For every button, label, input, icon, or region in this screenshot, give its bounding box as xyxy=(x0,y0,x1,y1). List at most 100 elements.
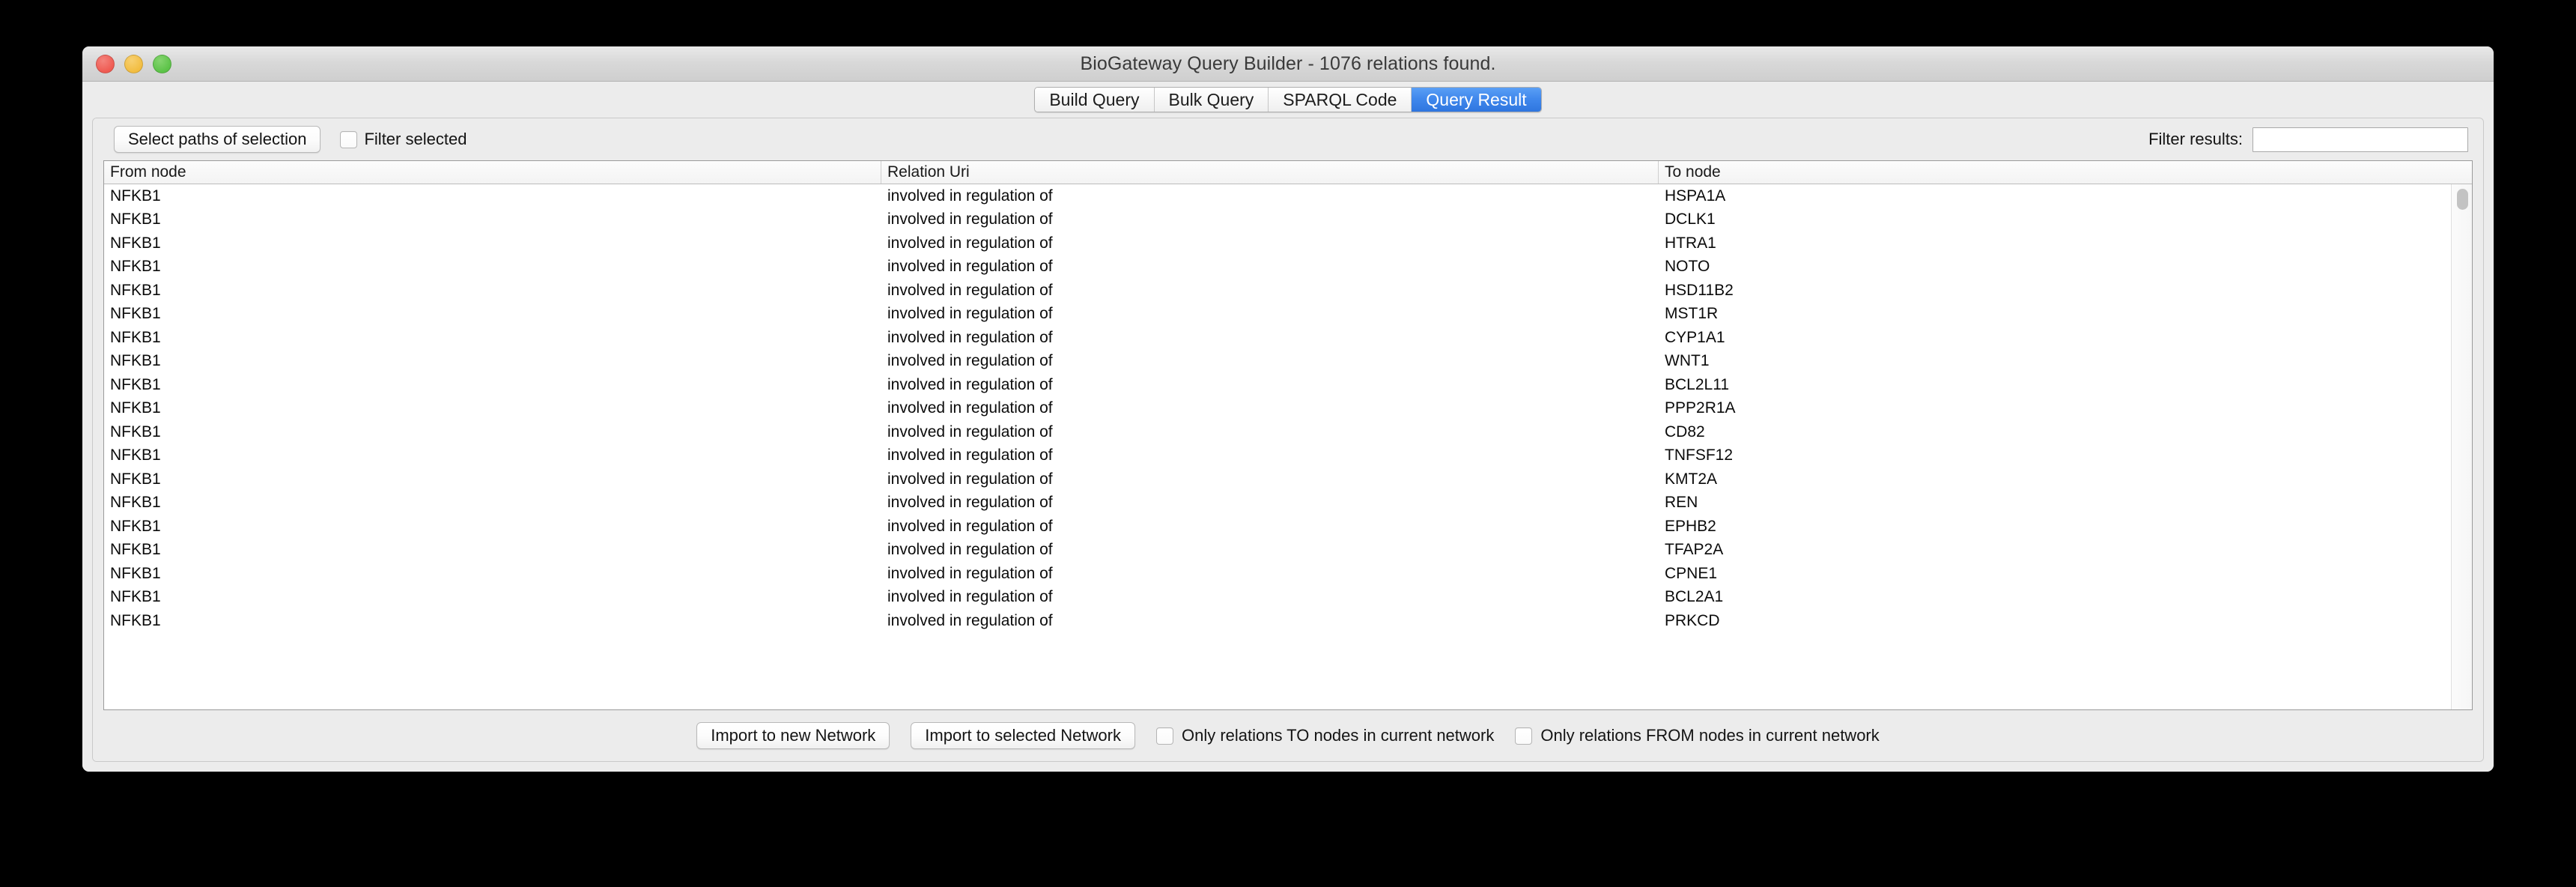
table-row[interactable]: NFKB1 involved in regulation of HSPA1A xyxy=(104,184,2472,208)
results-table-header: From node Relation Uri To node xyxy=(104,161,2472,184)
results-table-body[interactable]: NFKB1 involved in regulation of HSPA1A NFKB… xyxy=(104,184,2472,709)
cell-to-node: DCLK1 xyxy=(1665,211,1716,228)
column-header-relation-uri[interactable]: Relation Uri xyxy=(881,161,1659,184)
tab-sparql-code[interactable]: SPARQL Code xyxy=(1269,88,1412,112)
table-row[interactable]: NFKB1 involved in regulation of CYP1A1 xyxy=(104,326,2472,350)
only-relations-to-checkbox[interactable]: Only relations TO nodes in current netwo… xyxy=(1155,726,1495,745)
cell-to-node: HSPA1A xyxy=(1665,187,1726,205)
cell-relation-uri: involved in regulation of xyxy=(887,470,1053,488)
import-toolbar: Import to new Network Import to selected… xyxy=(93,710,2483,761)
table-row[interactable]: NFKB1 involved in regulation of WNT1 xyxy=(104,350,2472,374)
cell-to-node: PRKCD xyxy=(1665,611,1720,629)
results-table-scrollbar-thumb[interactable] xyxy=(2457,189,2468,210)
cell-from-node: NFKB1 xyxy=(110,494,161,512)
table-row[interactable]: NFKB1 involved in regulation of KMT2A xyxy=(104,467,2472,491)
cell-to-node: REN xyxy=(1665,494,1698,512)
cell-from-node: NFKB1 xyxy=(110,258,161,276)
cell-to-node: HTRA1 xyxy=(1665,234,1716,252)
cell-relation-uri: involved in regulation of xyxy=(887,328,1053,346)
column-header-to-node[interactable]: To node xyxy=(1659,161,2472,184)
table-row[interactable]: NFKB1 involved in regulation of HSD11B2 xyxy=(104,279,2472,303)
table-row[interactable]: NFKB1 involved in regulation of TNFSF12 xyxy=(104,444,2472,468)
tab-strip: Build Query Bulk Query SPARQL Code Query… xyxy=(82,82,2494,118)
filter-results-input[interactable] xyxy=(2253,127,2468,152)
close-window-button[interactable] xyxy=(96,54,115,73)
table-row[interactable]: NFKB1 involved in regulation of BCL2A1 xyxy=(104,586,2472,610)
only-relations-from-label: Only relations FROM nodes in current net… xyxy=(1540,726,1880,745)
results-table-scrollbar[interactable] xyxy=(2451,184,2472,709)
cell-to-node: WNT1 xyxy=(1665,352,1710,370)
table-row[interactable]: NFKB1 involved in regulation of DCLK1 xyxy=(104,208,2472,232)
cell-relation-uri: involved in regulation of xyxy=(887,399,1053,417)
import-to-selected-network-button[interactable]: Import to selected Network xyxy=(911,722,1135,749)
cell-from-node: NFKB1 xyxy=(110,470,161,488)
filter-results-label: Filter results: xyxy=(2148,130,2243,148)
table-row[interactable]: NFKB1 involved in regulation of CD82 xyxy=(104,420,2472,444)
only-relations-from-checkbox[interactable]: Only relations FROM nodes in current net… xyxy=(1515,726,1880,745)
import-to-new-network-button[interactable]: Import to new Network xyxy=(696,722,890,749)
tab-group: Build Query Bulk Query SPARQL Code Query… xyxy=(1034,87,1542,112)
query-result-panel: Select paths of selection Filter selecte… xyxy=(92,118,2484,762)
results-toolbar: Select paths of selection Filter selecte… xyxy=(93,118,2483,160)
cell-relation-uri: involved in regulation of xyxy=(887,611,1053,629)
table-row[interactable]: NFKB1 involved in regulation of TFAP2A xyxy=(104,539,2472,563)
table-row[interactable]: NFKB1 involved in regulation of NOTO xyxy=(104,255,2472,279)
cell-from-node: NFKB1 xyxy=(110,611,161,629)
only-relations-from-checkbox-box[interactable] xyxy=(1515,727,1533,745)
cell-from-node: NFKB1 xyxy=(110,234,161,252)
cell-from-node: NFKB1 xyxy=(110,328,161,346)
filter-selected-checkbox[interactable]: Filter selected xyxy=(340,130,467,149)
tab-build-query[interactable]: Build Query xyxy=(1035,88,1155,112)
window-title: BioGateway Query Builder - 1076 relation… xyxy=(1080,52,1496,74)
only-relations-to-checkbox-box[interactable] xyxy=(1155,727,1173,745)
cell-to-node: BCL2L11 xyxy=(1665,375,1730,393)
table-row[interactable]: NFKB1 involved in regulation of REN xyxy=(104,491,2472,515)
table-row[interactable]: NFKB1 involved in regulation of PRKCD xyxy=(104,609,2472,633)
cell-relation-uri: involved in regulation of xyxy=(887,423,1053,441)
cell-relation-uri: involved in regulation of xyxy=(887,281,1053,299)
cell-from-node: NFKB1 xyxy=(110,564,161,582)
cell-to-node: TFAP2A xyxy=(1665,541,1724,559)
cell-relation-uri: involved in regulation of xyxy=(887,375,1053,393)
maximize-window-button[interactable] xyxy=(153,54,171,73)
cell-from-node: NFKB1 xyxy=(110,352,161,370)
cell-from-node: NFKB1 xyxy=(110,446,161,464)
tab-bulk-query[interactable]: Bulk Query xyxy=(1154,88,1269,112)
cell-relation-uri: involved in regulation of xyxy=(887,541,1053,559)
cell-relation-uri: involved in regulation of xyxy=(887,187,1053,205)
cell-relation-uri: involved in regulation of xyxy=(887,564,1053,582)
cell-to-node: CYP1A1 xyxy=(1665,328,1725,346)
table-row[interactable]: NFKB1 involved in regulation of MST1R xyxy=(104,303,2472,327)
filter-selected-label: Filter selected xyxy=(364,130,467,148)
table-row[interactable]: NFKB1 involved in regulation of PPP2R1A xyxy=(104,397,2472,421)
minimize-window-button[interactable] xyxy=(124,54,143,73)
only-relations-to-label: Only relations TO nodes in current netwo… xyxy=(1181,726,1495,745)
cell-relation-uri: involved in regulation of xyxy=(887,258,1053,276)
table-row[interactable]: NFKB1 involved in regulation of BCL2L11 xyxy=(104,373,2472,397)
tab-query-result[interactable]: Query Result xyxy=(1412,88,1541,112)
cell-to-node: EPHB2 xyxy=(1665,517,1716,535)
filter-selected-checkbox-box[interactable] xyxy=(340,130,358,148)
cell-relation-uri: involved in regulation of xyxy=(887,588,1053,606)
column-header-from-node[interactable]: From node xyxy=(104,161,881,184)
cell-from-node: NFKB1 xyxy=(110,423,161,441)
cell-from-node: NFKB1 xyxy=(110,399,161,417)
cell-relation-uri: involved in regulation of xyxy=(887,446,1053,464)
cell-to-node: KMT2A xyxy=(1665,470,1718,488)
results-table: From node Relation Uri To node NFKB1 invo… xyxy=(103,160,2473,710)
cell-from-node: NFKB1 xyxy=(110,211,161,228)
cell-to-node: CD82 xyxy=(1665,423,1705,441)
table-row[interactable]: NFKB1 involved in regulation of HTRA1 xyxy=(104,231,2472,255)
table-row[interactable]: NFKB1 involved in regulation of CPNE1 xyxy=(104,562,2472,586)
cell-to-node: HSD11B2 xyxy=(1665,281,1734,299)
select-paths-of-selection-button[interactable]: Select paths of selection xyxy=(114,126,321,153)
cell-relation-uri: involved in regulation of xyxy=(887,211,1053,228)
cell-from-node: NFKB1 xyxy=(110,305,161,323)
window-titlebar: BioGateway Query Builder - 1076 relation… xyxy=(82,46,2494,82)
cell-relation-uri: involved in regulation of xyxy=(887,494,1053,512)
cell-from-node: NFKB1 xyxy=(110,281,161,299)
table-row[interactable]: NFKB1 involved in regulation of EPHB2 xyxy=(104,515,2472,539)
cell-from-node: NFKB1 xyxy=(110,517,161,535)
cell-relation-uri: involved in regulation of xyxy=(887,305,1053,323)
filter-results-group: Filter results: xyxy=(2148,127,2468,152)
